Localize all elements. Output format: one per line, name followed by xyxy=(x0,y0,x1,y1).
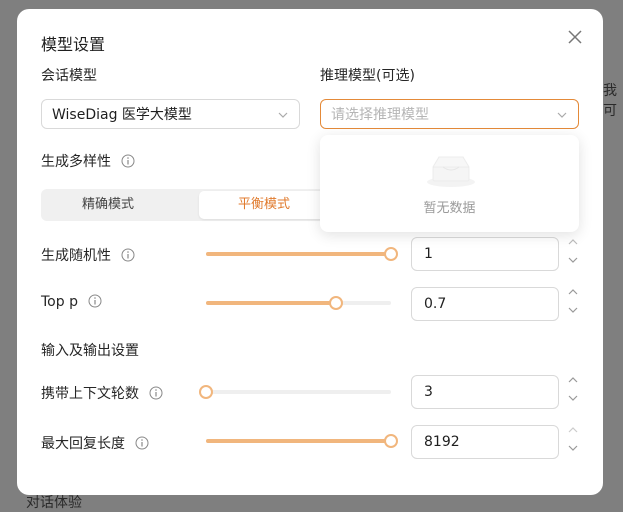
slider-fill xyxy=(206,301,336,305)
randomness-label: 生成随机性 xyxy=(41,245,135,265)
increment-icon[interactable] xyxy=(567,288,579,296)
info-icon[interactable] xyxy=(121,154,135,168)
context-rounds-slider[interactable] xyxy=(199,385,391,399)
reasoning-model-placeholder: 请选择推理模型 xyxy=(331,107,429,123)
mode-precise-tab[interactable]: 精确模式 xyxy=(43,191,173,219)
empty-box-icon xyxy=(427,156,475,187)
io-section-title: 输入及输出设置 xyxy=(41,343,139,359)
slider-fill xyxy=(206,252,391,256)
close-icon[interactable] xyxy=(565,27,585,47)
max-length-label: 最大回复长度 xyxy=(41,433,149,453)
background-side-text: 我可 xyxy=(603,83,617,119)
background-bottom-text: 对话体验 xyxy=(26,495,82,511)
info-icon[interactable] xyxy=(149,386,163,400)
dialog-title: 模型设置 xyxy=(41,35,106,54)
model-settings-dialog: 模型设置 会话模型 WiseDiag 医学大模型 推理模型(可选) 请选择推理模… xyxy=(17,9,603,495)
top-p-label: Top p xyxy=(41,294,102,310)
randomness-input[interactable]: 1 xyxy=(411,237,559,271)
max-length-slider[interactable] xyxy=(206,434,398,448)
slider-thumb[interactable] xyxy=(328,296,343,310)
mode-balanced-tab[interactable]: 平衡模式 xyxy=(199,191,329,219)
chevron-down-icon xyxy=(278,112,288,118)
decrement-icon[interactable] xyxy=(567,394,579,402)
increment-icon[interactable] xyxy=(567,376,579,384)
slider-thumb[interactable] xyxy=(384,434,398,448)
randomness-label-text: 生成随机性 xyxy=(41,248,111,264)
top-p-label-text: Top p xyxy=(41,294,78,310)
max-length-input[interactable]: 8192 xyxy=(411,425,559,459)
context-rounds-label-text: 携带上下文轮数 xyxy=(41,386,139,402)
reasoning-model-label: 推理模型(可选) xyxy=(320,68,415,84)
empty-state-text: 暂无数据 xyxy=(423,201,476,216)
max-length-label-text: 最大回复长度 xyxy=(41,436,125,452)
diversity-label: 生成多样性 xyxy=(41,151,135,171)
chevron-down-icon xyxy=(557,112,567,118)
diversity-label-text: 生成多样性 xyxy=(41,154,111,170)
info-icon[interactable] xyxy=(135,436,149,450)
chat-model-select[interactable]: WiseDiag 医学大模型 xyxy=(41,99,300,129)
slider-thumb[interactable] xyxy=(384,247,398,261)
decrement-icon[interactable] xyxy=(567,256,579,264)
info-icon[interactable] xyxy=(121,248,135,262)
increment-icon[interactable] xyxy=(567,238,579,246)
slider-thumb[interactable] xyxy=(199,385,213,399)
increment-icon[interactable] xyxy=(567,426,579,434)
reasoning-model-select[interactable]: 请选择推理模型 xyxy=(320,99,579,129)
context-rounds-label: 携带上下文轮数 xyxy=(41,383,163,403)
chat-model-label: 会话模型 xyxy=(41,68,97,84)
decrement-icon[interactable] xyxy=(567,444,579,452)
randomness-slider[interactable] xyxy=(206,247,398,261)
top-p-input[interactable]: 0.7 xyxy=(411,287,559,321)
reasoning-model-dropdown: 暂无数据 xyxy=(320,135,579,232)
context-rounds-input[interactable]: 3 xyxy=(411,375,559,409)
info-icon[interactable] xyxy=(88,294,102,308)
chat-model-value: WiseDiag 医学大模型 xyxy=(52,107,192,123)
top-p-slider[interactable] xyxy=(206,296,391,310)
diversity-mode-segmented: 精确模式 平衡模式 xyxy=(41,189,331,221)
slider-fill xyxy=(206,439,391,443)
decrement-icon[interactable] xyxy=(567,306,579,314)
